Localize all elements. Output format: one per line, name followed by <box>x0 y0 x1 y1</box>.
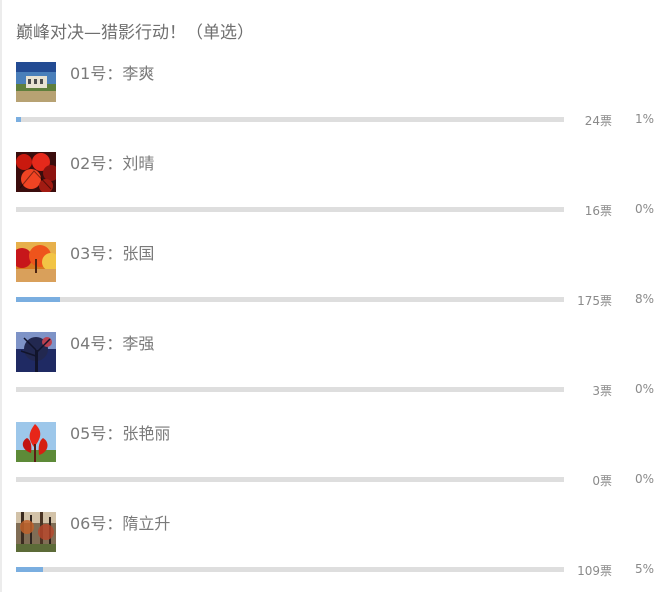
autumn-forest-photo <box>16 242 56 282</box>
progress-fill <box>16 117 22 122</box>
option-thumbnail[interactable] <box>16 422 56 462</box>
progress-track <box>16 297 564 302</box>
option-label: 06号：隋立升 <box>70 514 171 533</box>
progress-fill <box>16 567 44 572</box>
poll-options: 01号：李爽 24票 1% 02号：刘晴 16票 0% 03号：张国 175票 … <box>0 0 668 592</box>
option-label: 03号：张国 <box>70 244 155 263</box>
poll-option-02[interactable]: 02号：刘晴 16票 0% <box>0 152 668 242</box>
poll-option-06[interactable]: 06号：隋立升 109票 5% <box>0 512 668 602</box>
option-label: 02号：刘晴 <box>70 154 155 173</box>
option-thumbnail[interactable] <box>16 62 56 102</box>
dark-tree-photo <box>16 332 56 372</box>
vote-count: 175票 <box>577 294 612 308</box>
vote-percent: 1% <box>634 112 654 126</box>
poll-option-05[interactable]: 05号：张艳丽 0票 0% <box>0 422 668 512</box>
vote-count: 3票 <box>592 384 612 398</box>
vote-percent: 0% <box>634 382 654 396</box>
red-leaf-sky-photo <box>16 422 56 462</box>
progress-track <box>16 117 564 122</box>
vote-percent: 5% <box>634 562 654 576</box>
vote-percent: 0% <box>634 202 654 216</box>
option-label: 04号：李强 <box>70 334 155 353</box>
option-label: 05号：张艳丽 <box>70 424 171 443</box>
trees-photo <box>16 512 56 552</box>
progress-track <box>16 387 564 392</box>
option-thumbnail[interactable] <box>16 242 56 282</box>
poll-option-04[interactable]: 04号：李强 3票 0% <box>0 332 668 422</box>
vote-count: 109票 <box>577 564 612 578</box>
option-thumbnail[interactable] <box>16 512 56 552</box>
vote-count: 16票 <box>584 204 612 218</box>
house-photo <box>16 62 56 102</box>
poll-option-03[interactable]: 03号：张国 175票 8% <box>0 242 668 332</box>
option-label: 01号：李爽 <box>70 64 155 83</box>
red-leaves-photo <box>16 152 56 192</box>
vote-percent: 0% <box>634 472 654 486</box>
vote-percent: 8% <box>634 292 654 306</box>
vote-count: 0票 <box>592 474 612 488</box>
progress-track <box>16 207 564 212</box>
option-thumbnail[interactable] <box>16 332 56 372</box>
progress-track <box>16 477 564 482</box>
progress-track <box>16 567 564 572</box>
progress-fill <box>16 297 60 302</box>
option-thumbnail[interactable] <box>16 152 56 192</box>
vote-count: 24票 <box>584 114 612 128</box>
poll-option-01[interactable]: 01号：李爽 24票 1% <box>0 62 668 152</box>
